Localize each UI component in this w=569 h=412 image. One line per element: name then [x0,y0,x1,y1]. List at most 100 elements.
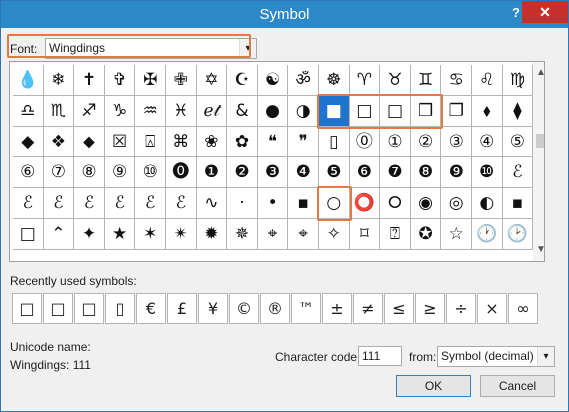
recent-symbol-cell[interactable]: ∞ [508,293,538,324]
grid-scrollbar[interactable]: ▲ ▼ [533,62,544,261]
recent-symbol-cell[interactable]: □ [43,293,73,324]
symbol-cell[interactable]: ❐ [441,95,472,127]
symbol-cell[interactable]: ◎ [441,188,472,219]
symbol-cell[interactable]: ⑤ [502,126,534,158]
symbol-cell[interactable]: ◉ [410,188,442,219]
symbol-cell[interactable]: · [227,188,258,219]
symbol-cell[interactable]: ◆ [13,126,44,158]
symbol-cell[interactable]: ⭘ [380,188,411,219]
symbol-cell[interactable]: ⓪ [349,126,381,158]
symbol-cell[interactable]: 🕑 [502,219,534,250]
symbol-cell[interactable]: ⑧ [74,157,105,189]
symbol-cell[interactable]: ② [410,126,442,158]
symbol-cell[interactable]: ☒ [104,126,136,158]
scroll-up-icon[interactable]: ▲ [533,66,544,80]
symbol-cell[interactable]: ❾ [441,157,472,189]
symbol-cell[interactable]: ✵ [227,219,258,250]
symbol-cell[interactable]: ℰ [13,188,44,219]
symbol-cell[interactable]: ✧ [319,219,350,250]
ok-button[interactable]: OK [396,375,471,397]
cancel-button[interactable]: Cancel [480,375,555,397]
symbol-cell[interactable]: ❽ [410,157,442,189]
symbol-cell[interactable]: □ [13,219,44,250]
recent-symbol-cell[interactable]: © [229,293,259,324]
scroll-thumb[interactable] [536,134,544,148]
symbol-cell[interactable]: ♋ [441,65,472,96]
symbol-cell[interactable]: ✹ [196,219,228,250]
symbol-cell[interactable]: ④ [472,126,503,158]
symbol-cell[interactable]: ❀ [196,126,228,158]
symbol-cell[interactable]: ❺ [319,157,350,189]
symbol-cell[interactable]: ✿ [227,126,258,158]
symbol-cell[interactable]: ▯ [319,126,350,158]
symbol-cell[interactable]: ✶ [135,219,166,250]
symbol-cell[interactable]: ⌑ [349,219,381,250]
symbol-cell[interactable]: ✙ [166,65,197,96]
symbol-cell[interactable]: ▪ [288,188,319,219]
symbol-cell[interactable]: ❞ [288,126,319,158]
symbol-cell[interactable]: ♍ [502,65,534,96]
character-code-input[interactable]: 111 [358,346,402,366]
symbol-cell[interactable]: ☯ [257,65,289,96]
from-dropdown[interactable]: Symbol (decimal) ▾ [437,346,555,367]
symbol-cell[interactable]: ⌖ [257,219,289,250]
chevron-down-icon[interactable]: ▾ [537,347,554,366]
recent-symbol-cell[interactable]: □ [74,293,104,324]
symbol-cell[interactable]: ✪ [410,219,442,250]
symbol-cell[interactable]: ♏ [43,95,75,127]
symbol-cell[interactable]: ⬥ [74,126,105,158]
symbol-cell[interactable]: ♒ [135,95,166,127]
symbol-cell[interactable]: ⑩ [135,157,166,189]
symbol-cell[interactable]: ❿ [472,157,503,189]
symbol-cell[interactable]: ♑ [104,95,136,127]
symbol-cell[interactable]: ✞ [104,65,136,96]
symbol-cell[interactable]: ⌖ [288,219,319,250]
symbol-cell[interactable]: 🕐 [472,219,503,250]
symbol-cell[interactable]: ⭕ [349,188,381,219]
symbol-cell[interactable]: ❹ [288,157,319,189]
symbol-cell[interactable]: ● [257,95,289,127]
symbol-cell[interactable]: ❸ [257,157,289,189]
symbol-cell[interactable]: ✴ [166,219,197,250]
symbol-cell[interactable]: ℰ [104,188,136,219]
symbol-cell[interactable]: ♐ [74,95,105,127]
symbol-cell[interactable]: ℰ [74,188,105,219]
symbol-cell[interactable]: ♉ [380,65,411,96]
symbol-cell[interactable]: ❷ [227,157,258,189]
symbol-cell[interactable]: ℰ [502,157,534,189]
symbol-cell[interactable]: ✠ [135,65,166,96]
symbol-cell[interactable]: ♈ [349,65,381,96]
symbol-cell[interactable]: ① [380,126,411,158]
recent-symbol-cell[interactable]: ÷ [446,293,476,324]
symbol-cell[interactable]: ★ [104,219,136,250]
symbol-cell[interactable]: ⌃ [43,219,75,250]
symbol-cell[interactable]: ⧫ [502,95,534,127]
symbol-cell[interactable]: ⌘ [166,126,197,158]
symbol-cell[interactable]: ℰ [166,188,197,219]
symbol-cell[interactable]: ♎ [13,95,44,127]
symbol-cell[interactable]: ⍰ [380,219,411,250]
recent-symbol-cell[interactable]: □ [12,293,42,324]
symbol-cell[interactable]: ▪ [502,188,534,219]
close-button[interactable]: ✕ [522,1,568,23]
symbol-cell[interactable]: ℯ𝓉 [196,95,228,127]
symbol-cell[interactable]: ☪ [227,65,258,96]
recent-symbol-cell[interactable]: ™ [291,293,321,324]
symbol-cell[interactable]: 💧 [13,65,44,96]
recent-symbol-cell[interactable]: ® [260,293,290,324]
symbol-cell[interactable]: ❶ [196,157,228,189]
recent-symbol-cell[interactable]: € [136,293,166,324]
symbol-cell[interactable]: ◐ [472,188,503,219]
symbol-cell[interactable]: ❝ [257,126,289,158]
symbol-cell[interactable]: ☸ [319,65,350,96]
symbol-cell[interactable]: ⑦ [43,157,75,189]
symbol-cell[interactable]: & [227,95,258,127]
symbol-cell[interactable]: ♌ [472,65,503,96]
symbol-cell[interactable]: ✦ [74,219,105,250]
recent-symbol-cell[interactable]: £ [167,293,197,324]
symbol-cell[interactable]: ◑ [288,95,319,127]
symbol-cell[interactable]: ♓ [166,95,197,127]
symbol-cell[interactable]: ⬧ [472,95,503,127]
symbol-cell[interactable]: ∿ [196,188,228,219]
symbol-cell[interactable]: ③ [441,126,472,158]
